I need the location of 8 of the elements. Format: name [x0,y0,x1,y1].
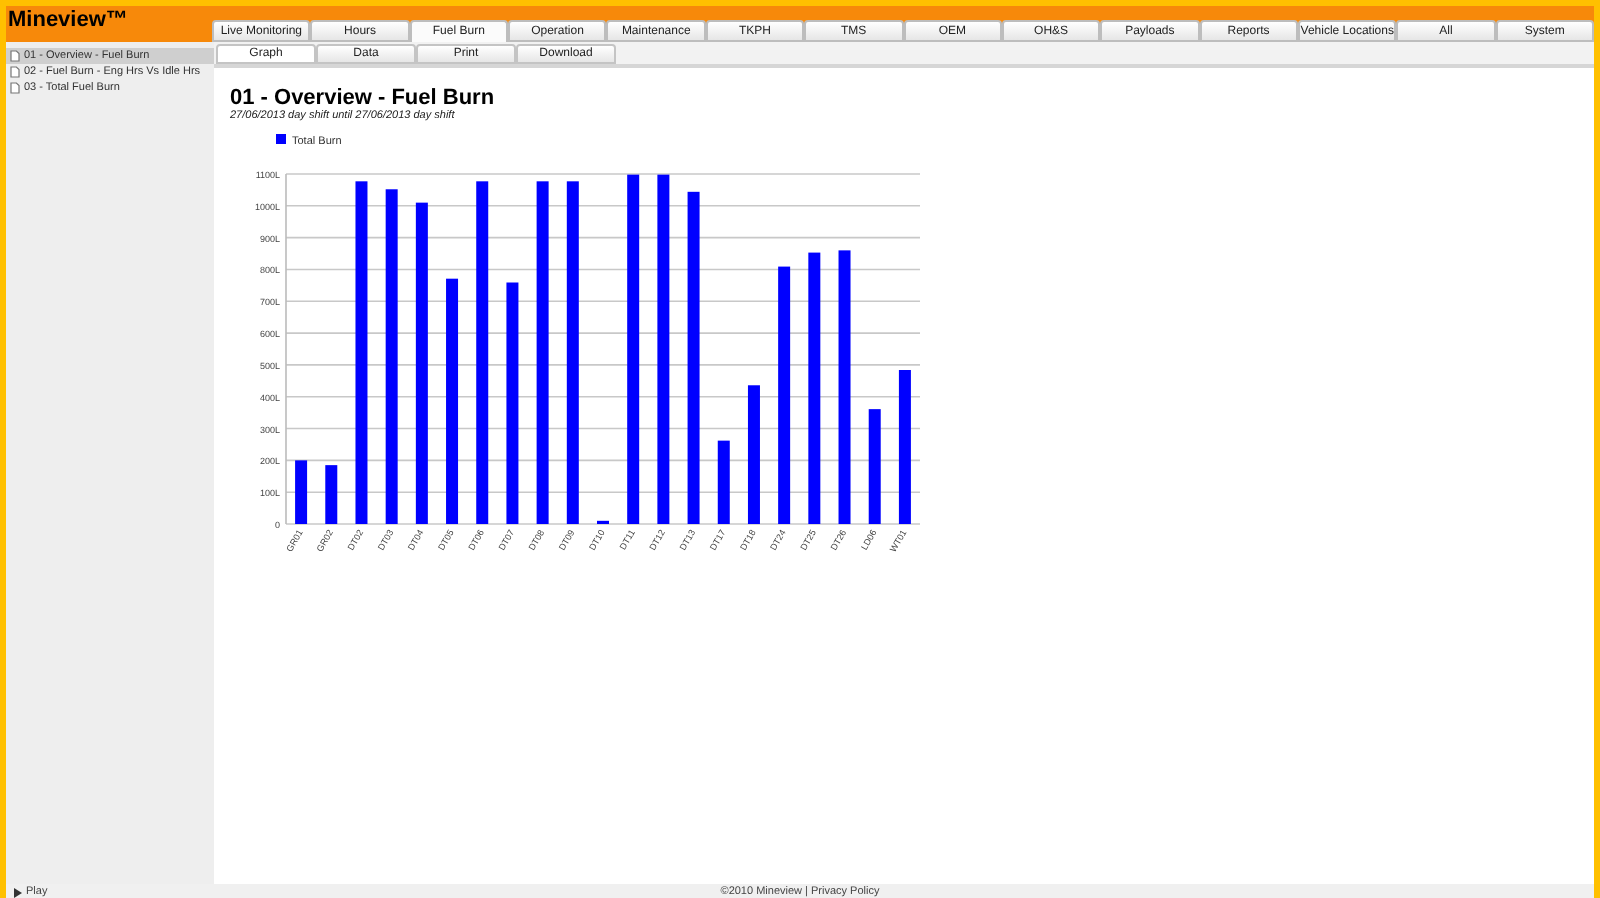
chart-bar [295,460,308,524]
chart-bar [868,409,881,524]
app-logo: Mineview™ [6,8,130,34]
chart-bar [325,465,338,524]
chart-bar [717,440,730,524]
chart-bar [747,385,760,524]
play-icon [14,887,22,897]
report-title: 01 - Overview - Fuel Burn [230,86,495,110]
